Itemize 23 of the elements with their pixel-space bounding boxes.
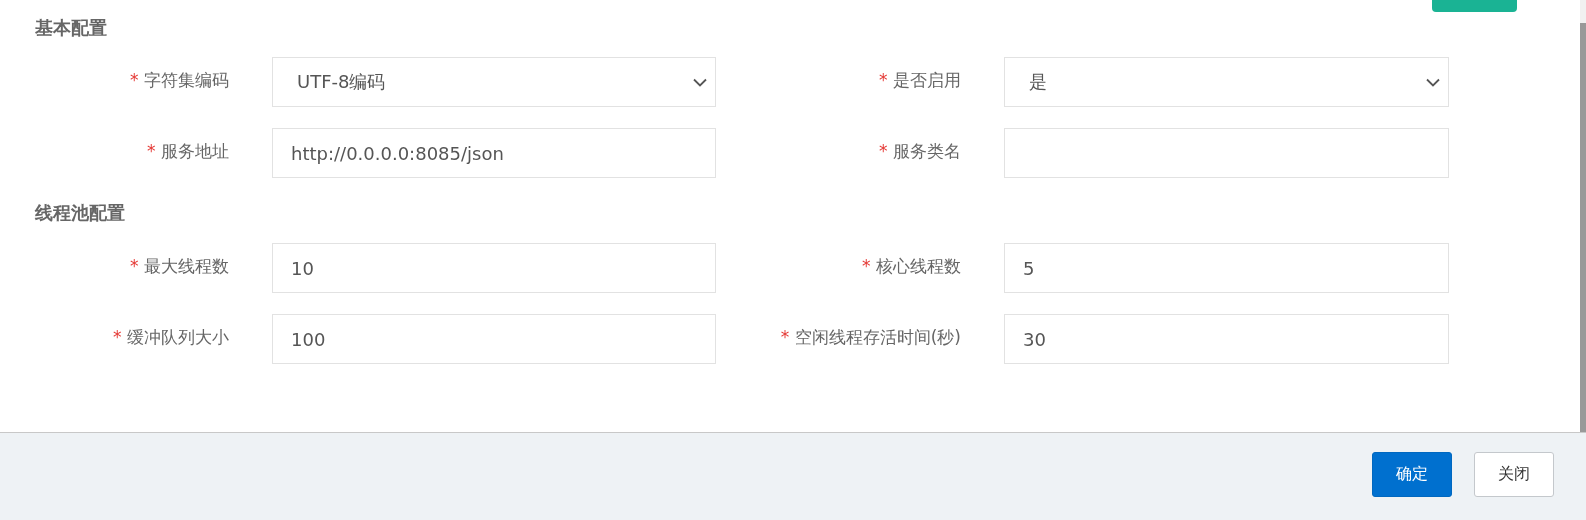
chevron-icon (1426, 77, 1440, 87)
close-button[interactable]: 关闭 (1474, 452, 1554, 497)
section-title: 线程池配置 (35, 201, 125, 225)
input-field[interactable]: 5 (1004, 243, 1449, 293)
input-field[interactable]: 10 (272, 243, 716, 293)
field-label: * 是否启用 (879, 68, 961, 92)
field-label: * 核心线程数 (862, 254, 961, 278)
select-field[interactable]: 是 (1004, 57, 1449, 107)
select-field[interactable]: UTF-8编码 (272, 57, 716, 107)
input-field[interactable]: 100 (272, 314, 716, 364)
field-label: * 服务类名 (879, 139, 961, 163)
input-field[interactable] (1004, 128, 1449, 178)
field-label: * 服务地址 (147, 139, 229, 163)
scrollbar[interactable] (1580, 0, 1586, 432)
field-label: * 最大线程数 (130, 254, 229, 278)
input-field[interactable]: 30 (1004, 314, 1449, 364)
chevron-icon (693, 77, 707, 87)
confirm-button[interactable]: 确定 (1372, 452, 1452, 497)
field-label: * 空闲线程存活时间(秒) (780, 325, 961, 349)
field-label: * 缓冲队列大小 (113, 325, 229, 349)
input-field[interactable]: http://0.0.0.0:8085/json (272, 128, 716, 178)
field-label: * 字符集编码 (130, 68, 229, 92)
section-title: 基本配置 (35, 16, 107, 40)
